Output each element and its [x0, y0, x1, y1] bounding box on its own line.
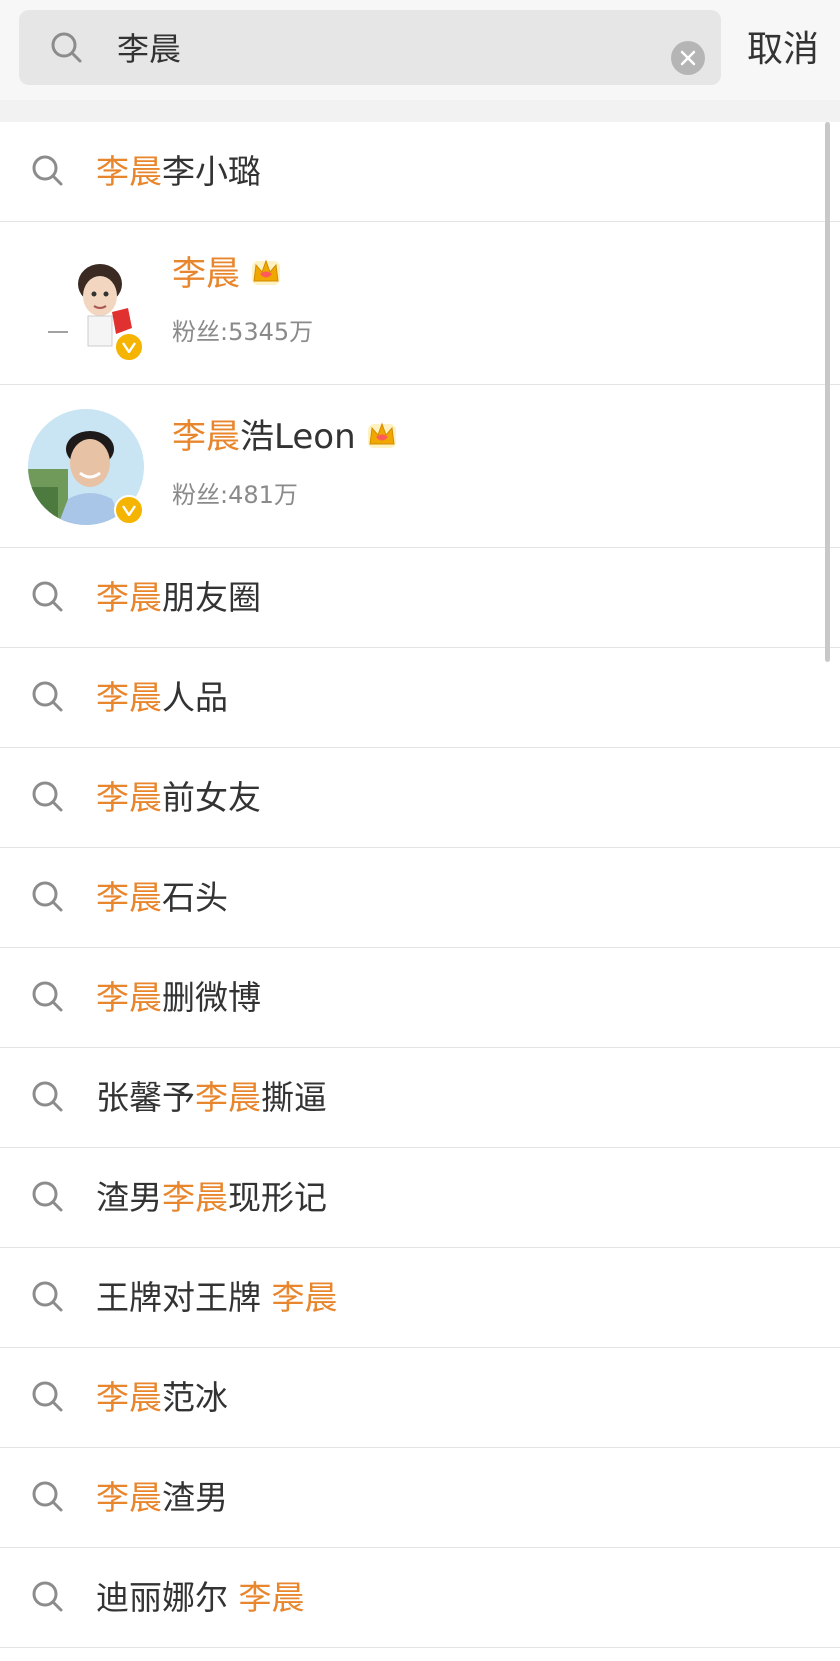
suggestion-prefix: 迪丽娜尔	[96, 1578, 239, 1617]
suggestion-highlight: 李晨	[96, 678, 162, 717]
search-header: 取消	[0, 0, 840, 100]
suggestion-highlight: 李晨	[96, 578, 162, 617]
search-box[interactable]	[19, 10, 721, 85]
search-icon	[32, 1081, 63, 1112]
search-icon	[32, 781, 63, 812]
fans-value: 481万	[228, 481, 298, 509]
suggestion-prefix: 渣男	[96, 1178, 162, 1217]
suggestion-rest: 前女友	[162, 778, 261, 817]
suggestion-highlight: 李晨	[271, 1278, 338, 1317]
suggestion-text: 李晨朋友圈	[96, 572, 261, 624]
suggestion-rest: 朋友圈	[162, 578, 261, 617]
header-divider	[0, 100, 840, 122]
suggestion-rest: 李小璐	[162, 152, 261, 191]
fans-label: 粉丝:	[172, 318, 229, 346]
suggestion-highlight: 李晨	[96, 778, 162, 817]
suggestion-rest: 范冰	[162, 1378, 228, 1417]
crown-icon	[252, 259, 280, 285]
suggestion-rest: 人品	[162, 678, 228, 717]
user-name-highlight: 李晨	[172, 254, 240, 294]
search-icon	[32, 1581, 63, 1612]
suggestion-text: 李晨删微博	[96, 972, 261, 1024]
suggestion-highlight: 李晨	[96, 878, 162, 917]
cancel-button[interactable]: 取消	[738, 20, 828, 80]
search-screen: 取消 李晨李小璐	[0, 0, 840, 1661]
suggestion-item[interactable]: 李晨石头	[0, 848, 840, 948]
user-name: 李晨浩Leon	[172, 411, 400, 463]
fans-value: 5345万	[228, 318, 314, 346]
suggestion-prefix: 张馨予	[96, 1078, 195, 1117]
user-name-rest: 浩Leon	[240, 417, 356, 457]
suggestion-item[interactable]: 李晨朋友圈	[0, 548, 840, 648]
search-icon	[32, 155, 63, 186]
suggestion-text: 渣男李晨现形记	[96, 1172, 327, 1224]
suggestion-highlight: 李晨	[195, 1078, 261, 1117]
avatar[interactable]	[28, 246, 144, 362]
search-icon	[32, 581, 63, 612]
search-icon	[32, 1281, 63, 1312]
search-icon	[32, 881, 63, 912]
suggestion-rest: 删微博	[162, 978, 261, 1017]
suggestion-item[interactable]: 李晨人品	[0, 648, 840, 748]
suggestion-item[interactable]: 李晨李小璐	[0, 122, 840, 222]
user-result[interactable]: 李晨浩Leon 粉丝:481万	[0, 385, 840, 548]
suggestion-text: 李晨渣男	[96, 1472, 228, 1524]
fans-count: 粉丝:5345万	[172, 314, 313, 350]
search-icon	[32, 1481, 63, 1512]
search-icon	[32, 1181, 63, 1212]
crown-icon	[367, 422, 396, 448]
suggestion-text: 张馨予李晨撕逼	[96, 1072, 327, 1124]
suggestion-highlight: 李晨	[162, 1178, 228, 1217]
suggestion-item[interactable]: 李晨渣男	[0, 1448, 840, 1548]
clear-button[interactable]	[671, 41, 705, 75]
suggestion-text: 李晨范冰	[96, 1372, 228, 1424]
user-result[interactable]: 李晨 粉丝:5345万	[0, 222, 840, 385]
suggestion-text: 李晨石头	[96, 872, 228, 924]
suggestion-highlight: 李晨	[96, 978, 162, 1017]
suggestion-item[interactable]: 李晨范冰	[0, 1348, 840, 1448]
user-name-highlight: 李晨	[172, 417, 240, 457]
search-icon	[32, 981, 63, 1012]
scrollbar[interactable]	[825, 122, 830, 662]
avatar[interactable]	[28, 409, 144, 525]
suggestion-text: 李晨人品	[96, 672, 228, 724]
suggestion-item[interactable]: 张馨予李晨撕逼	[0, 1048, 840, 1148]
suggestion-item[interactable]: 王牌对王牌 李晨	[0, 1248, 840, 1348]
suggestion-highlight: 李晨	[96, 152, 162, 191]
suggestion-item[interactable]: 李晨前女友	[0, 748, 840, 848]
suggestion-highlight: 李晨	[238, 1578, 305, 1617]
search-icon	[32, 1381, 63, 1412]
fans-count: 粉丝:481万	[172, 477, 298, 513]
suggestion-rest: 撕逼	[261, 1078, 327, 1117]
search-input[interactable]	[97, 21, 677, 73]
suggestion-highlight: 李晨	[96, 1378, 162, 1417]
suggestion-rest: 现形记	[228, 1178, 327, 1217]
suggestion-prefix: 王牌对王牌	[96, 1278, 272, 1317]
suggestion-text: 李晨前女友	[96, 772, 261, 824]
suggestion-text: 王牌对王牌 李晨	[96, 1272, 338, 1324]
suggestion-rest: 渣男	[162, 1478, 228, 1517]
suggestion-highlight: 李晨	[96, 1478, 162, 1517]
suggestion-text: 迪丽娜尔 李晨	[96, 1572, 305, 1624]
verified-badge-icon	[114, 332, 144, 362]
suggestion-item[interactable]: 迪丽娜尔 李晨	[0, 1548, 840, 1648]
suggestion-rest: 石头	[162, 878, 228, 917]
suggestion-list: 李晨李小璐 李晨 粉丝:5345万 李晨浩Leon 粉丝:481万 李晨朋友圈 …	[0, 122, 840, 1648]
clear-icon	[680, 50, 696, 66]
search-icon	[51, 32, 82, 63]
verified-badge-icon	[114, 495, 144, 525]
suggestion-item[interactable]: 渣男李晨现形记	[0, 1148, 840, 1248]
fans-label: 粉丝:	[172, 481, 229, 509]
user-name: 李晨	[172, 248, 284, 300]
search-icon	[32, 681, 63, 712]
suggestion-text: 李晨李小璐	[96, 146, 261, 198]
suggestion-item[interactable]: 李晨删微博	[0, 948, 840, 1048]
